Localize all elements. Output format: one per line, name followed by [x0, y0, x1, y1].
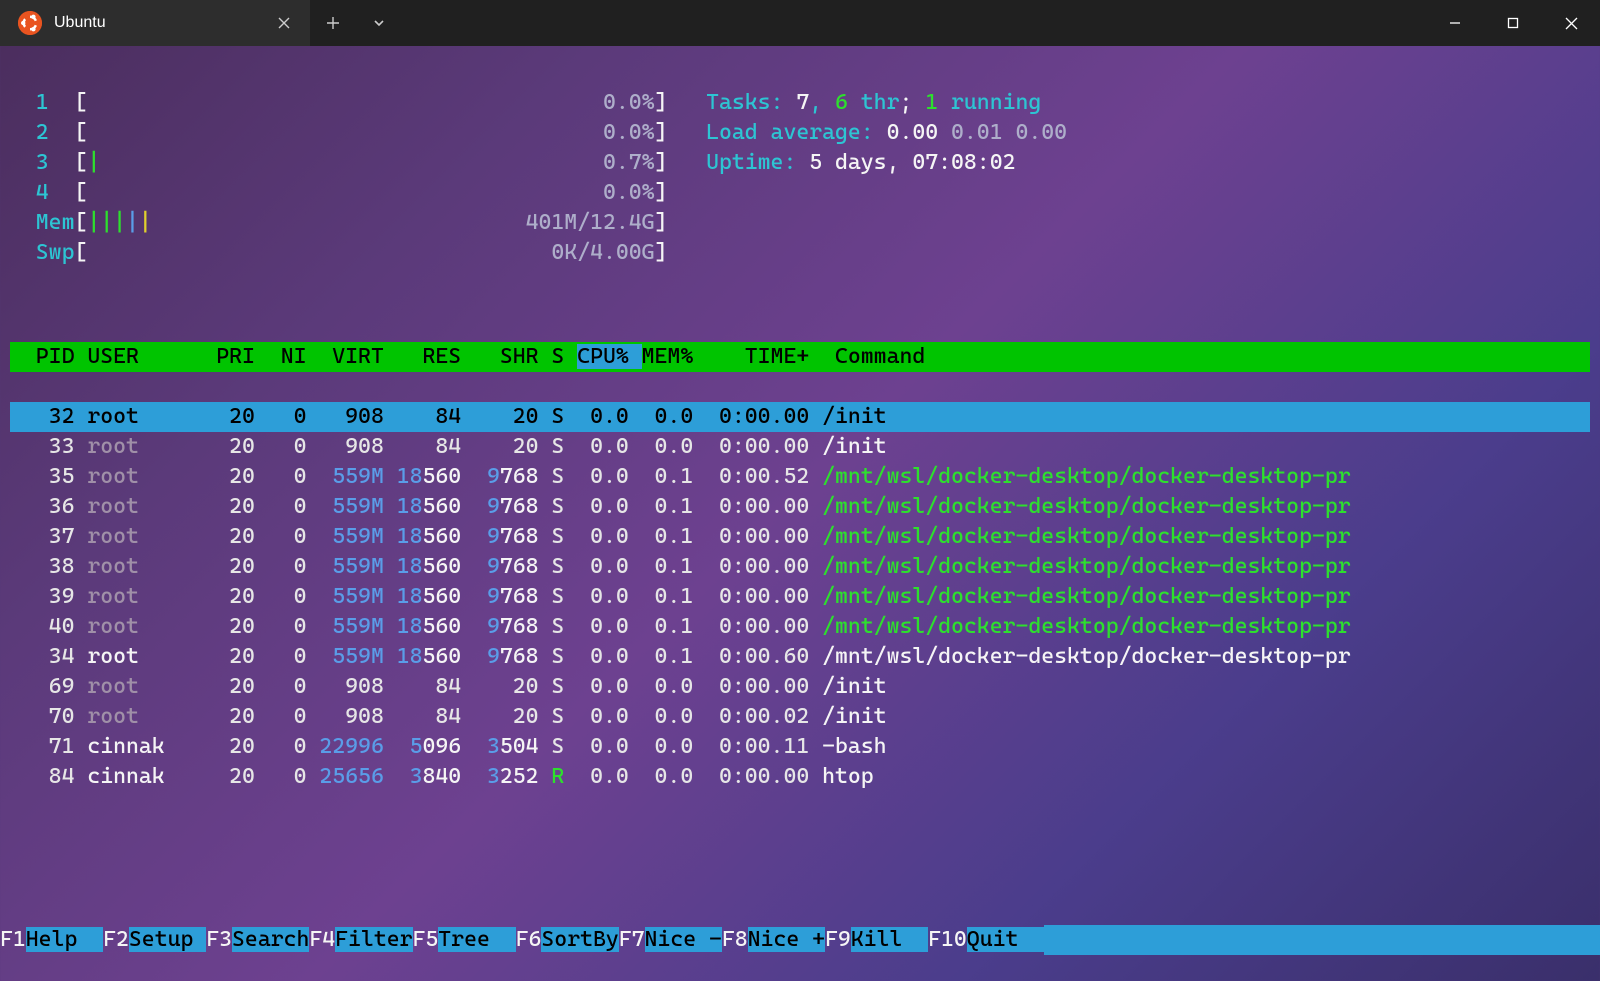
tab-dropdown-button[interactable]: [356, 0, 402, 46]
ubuntu-icon: [18, 11, 42, 35]
window-titlebar: Ubuntu: [0, 0, 1600, 46]
fnkey: F3: [206, 927, 232, 952]
process-row[interactable]: 84 cinnak 20 0 25656 3840 3252 R 0.0 0.0…: [10, 762, 1590, 792]
process-row[interactable]: 70 root 20 0 908 84 20 S 0.0 0.0 0:00.02…: [10, 702, 1590, 732]
fnkey-label[interactable]: SortBy: [541, 927, 618, 952]
terminal-output[interactable]: 1 [ 0.0%] Tasks: 7, 6 thr; 1 running 2 […: [0, 46, 1600, 822]
fnkey: F9: [825, 927, 851, 952]
process-row[interactable]: 34 root 20 0 559M 18560 9768 S 0.0 0.1 0…: [10, 642, 1590, 672]
process-row[interactable]: 69 root 20 0 908 84 20 S 0.0 0.0 0:00.00…: [10, 672, 1590, 702]
process-row[interactable]: 40 root 20 0 559M 18560 9768 S 0.0 0.1 0…: [10, 612, 1590, 642]
fnkey: F10: [928, 927, 967, 952]
fnkey: F4: [309, 927, 335, 952]
fnkey: F5: [413, 927, 439, 952]
minimize-button[interactable]: [1426, 0, 1484, 46]
process-row[interactable]: 38 root 20 0 559M 18560 9768 S 0.0 0.1 0…: [10, 552, 1590, 582]
fnkey: F1: [0, 927, 26, 952]
fnkey-label[interactable]: Search: [232, 927, 309, 952]
process-table-header[interactable]: PID USER PRI NI VIRT RES SHR S CPU% MEM%…: [10, 342, 1590, 372]
fnkey: F7: [619, 927, 645, 952]
htop-meters: 1 [ 0.0%] Tasks: 7, 6 thr; 1 running 2 […: [10, 88, 1590, 268]
window-controls: [1426, 0, 1600, 46]
fnkey-label[interactable]: Help: [26, 927, 103, 952]
terminal-tab[interactable]: Ubuntu: [0, 0, 310, 46]
tab-title: Ubuntu: [54, 8, 260, 38]
fnkey-label[interactable]: Quit: [967, 927, 1044, 952]
function-key-bar[interactable]: F1Help F2Setup F3SearchF4FilterF5Tree F6…: [0, 925, 1600, 955]
process-row[interactable]: 35 root 20 0 559M 18560 9768 S 0.0 0.1 0…: [10, 462, 1590, 492]
tab-close-button[interactable]: [272, 11, 296, 35]
process-row[interactable]: 39 root 20 0 559M 18560 9768 S 0.0 0.1 0…: [10, 582, 1590, 612]
fnkey: F6: [516, 927, 542, 952]
fnkey: F2: [103, 927, 129, 952]
fnkey-label[interactable]: Tree: [438, 927, 515, 952]
process-row[interactable]: 33 root 20 0 908 84 20 S 0.0 0.0 0:00.00…: [10, 432, 1590, 462]
process-table-body[interactable]: 32 root 20 0 908 84 20 S 0.0 0.0 0:00.00…: [10, 402, 1590, 792]
process-row[interactable]: 36 root 20 0 559M 18560 9768 S 0.0 0.1 0…: [10, 492, 1590, 522]
new-tab-button[interactable]: [310, 0, 356, 46]
process-row[interactable]: 37 root 20 0 559M 18560 9768 S 0.0 0.1 0…: [10, 522, 1590, 552]
fnkey-label[interactable]: Nice -: [645, 927, 722, 952]
process-row[interactable]: 32 root 20 0 908 84 20 S 0.0 0.0 0:00.00…: [10, 402, 1590, 432]
close-button[interactable]: [1542, 0, 1600, 46]
fnkey-label[interactable]: Filter: [335, 927, 412, 952]
fnkey-label[interactable]: Kill: [851, 927, 928, 952]
fnkey: F8: [722, 927, 748, 952]
process-row[interactable]: 71 cinnak 20 0 22996 5096 3504 S 0.0 0.0…: [10, 732, 1590, 762]
fnkey-label[interactable]: Nice +: [748, 927, 825, 952]
maximize-button[interactable]: [1484, 0, 1542, 46]
fnkey-label[interactable]: Setup: [129, 927, 206, 952]
